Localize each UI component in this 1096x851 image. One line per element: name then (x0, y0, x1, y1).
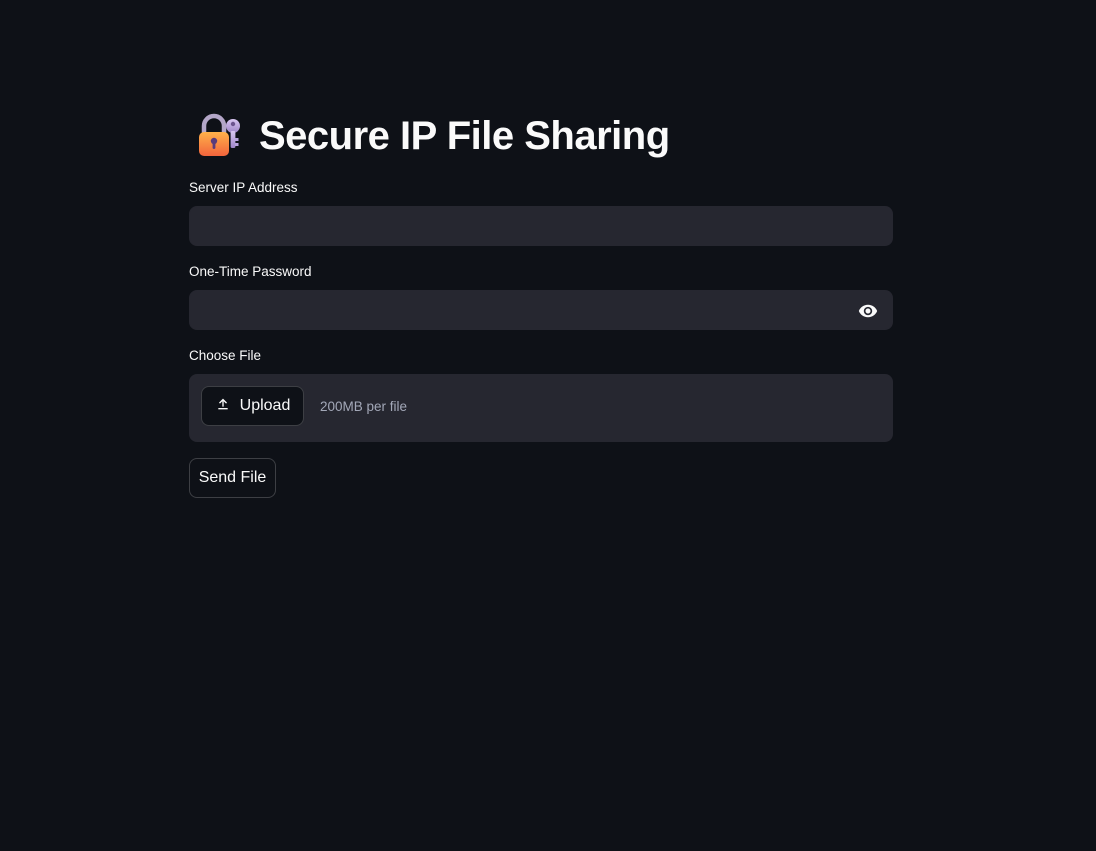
lock-with-key-icon (195, 112, 243, 160)
server-ip-field (189, 206, 893, 246)
file-label: Choose File (189, 348, 262, 363)
password-input[interactable] (190, 291, 892, 329)
eye-icon[interactable] (856, 299, 880, 323)
upload-button[interactable]: Upload (201, 386, 304, 426)
password-label: One-Time Password (189, 264, 312, 279)
server-ip-label: Server IP Address (189, 180, 298, 195)
send-file-button[interactable]: Send File (189, 458, 276, 498)
upload-limit-text: 200MB per file (320, 399, 408, 414)
upload-icon (215, 396, 231, 417)
app-root: Secure IP File Sharing Server IP Address… (0, 0, 1096, 851)
page-header: Secure IP File Sharing (195, 108, 670, 164)
page-title: Secure IP File Sharing (259, 113, 670, 158)
server-ip-input[interactable] (190, 207, 892, 245)
upload-button-label: Upload (239, 397, 291, 414)
password-field (189, 290, 893, 330)
file-uploader[interactable]: Upload 200MB per file (189, 374, 893, 442)
